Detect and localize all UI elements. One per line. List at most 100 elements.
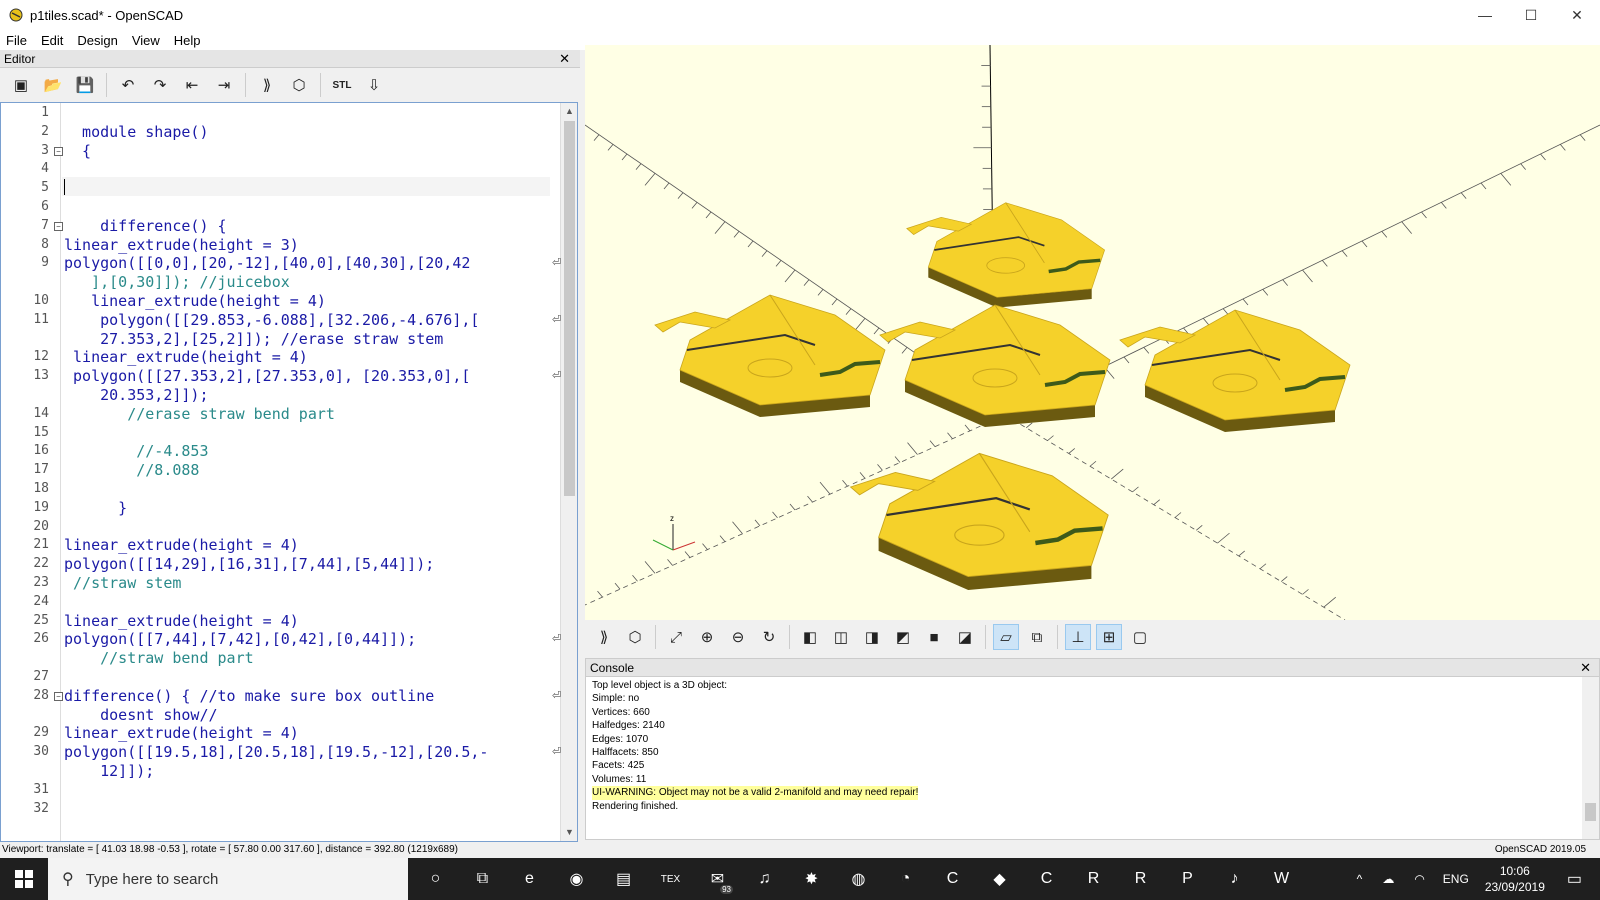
menu-design[interactable]: Design xyxy=(71,33,125,48)
preview-view-icon[interactable]: ⟫ xyxy=(591,624,617,650)
console-scroll-thumb[interactable] xyxy=(1585,803,1596,821)
code-line[interactable]: difference() { xyxy=(64,217,226,235)
rstudio-icon[interactable]: R xyxy=(1070,858,1117,900)
show-axes-icon[interactable]: ⊥ xyxy=(1065,624,1091,650)
preview-icon[interactable]: ⟫ xyxy=(254,72,280,98)
code-line[interactable]: { xyxy=(64,142,91,160)
language-indicator[interactable]: ENG xyxy=(1443,872,1469,886)
send-to-print-icon[interactable]: ⇩ xyxy=(361,72,387,98)
code-line[interactable]: linear_extrude(height = 4) xyxy=(64,536,299,554)
console-scrollbar[interactable] xyxy=(1582,677,1599,839)
editor-scrollbar[interactable]: ▲ ▼ xyxy=(560,103,577,841)
onedrive-icon[interactable]: ☁ xyxy=(1382,872,1394,886)
itunes-icon[interactable]: ♪ xyxy=(1211,858,1258,900)
view-top-icon[interactable]: ◫ xyxy=(828,624,854,650)
code-line[interactable]: module shape() xyxy=(64,123,208,141)
code-line[interactable]: 27.353,2],[25,2]]); //erase straw stem xyxy=(64,330,443,348)
email-icon[interactable]: ✉ 93 xyxy=(694,858,741,900)
menu-help[interactable]: Help xyxy=(168,33,209,48)
code-line[interactable]: linear_extrude(height = 4) xyxy=(64,724,299,742)
code-line[interactable]: linear_extrude(height = 4) xyxy=(64,292,326,310)
chrome-icon[interactable]: ◉ xyxy=(553,858,600,900)
code-line[interactable]: polygon([[14,29],[16,31],[7,44],[5,44]])… xyxy=(64,555,434,573)
menu-view[interactable]: View xyxy=(126,33,168,48)
word-icon[interactable]: W xyxy=(1258,858,1305,900)
code-line[interactable]: //straw stem xyxy=(64,574,181,592)
undo-icon[interactable]: ↶ xyxy=(115,72,141,98)
zoom-in-icon[interactable]: ⊕ xyxy=(694,624,720,650)
taskbar-search-box[interactable]: ⚲ Type here to search xyxy=(48,858,408,900)
camtasia-icon[interactable]: C xyxy=(1023,858,1070,900)
view-left-icon[interactable]: ◩ xyxy=(890,624,916,650)
maximize-button[interactable]: ☐ xyxy=(1508,0,1554,30)
zoom-out-icon[interactable]: ⊖ xyxy=(725,624,751,650)
code-line[interactable]: polygon([[19.5,18],[20.5,18],[19.5,-12],… xyxy=(64,743,488,761)
tray-overflow-icon[interactable]: ^ xyxy=(1357,872,1363,886)
code-line[interactable]: //erase straw bend part xyxy=(64,405,335,423)
open-file-icon[interactable]: 📂 xyxy=(40,72,66,98)
code-line[interactable]: ],[0,30]]); //juicebox xyxy=(64,273,290,291)
view-all-icon[interactable]: ⤢ xyxy=(663,624,689,650)
minimize-button[interactable]: — xyxy=(1462,0,1508,30)
code-line[interactable]: } xyxy=(64,499,127,517)
console-close-button[interactable]: ✕ xyxy=(1580,659,1591,677)
start-button[interactable] xyxy=(0,858,48,900)
app-red-icon[interactable]: ✸ xyxy=(788,858,835,900)
view-right-icon[interactable]: ◧ xyxy=(797,624,823,650)
code-line[interactable]: //8.088 xyxy=(64,461,199,479)
reset-view-icon[interactable]: ↻ xyxy=(756,624,782,650)
show-scale-icon[interactable]: ⊞ xyxy=(1096,624,1122,650)
code-editor[interactable]: 1 2 3−4 5 6 7−8 9 10 11 12 13 14 15 16 17 18 19 20 21 22 23 2… xyxy=(0,102,578,842)
code-line[interactable]: //straw bend part xyxy=(64,649,254,667)
file-explorer-icon[interactable]: ▤ xyxy=(600,858,647,900)
3d-viewport[interactable]: z xyxy=(585,45,1600,620)
code-line[interactable]: polygon([[0,0],[20,-12],[40,0],[40,30],[… xyxy=(64,254,470,272)
menu-edit[interactable]: Edit xyxy=(35,33,71,48)
code-line[interactable]: polygon([[27.353,2],[27.353,0], [20.353,… xyxy=(64,367,470,385)
code-line[interactable]: 12]]); xyxy=(64,762,154,780)
editor-close-button[interactable]: ✕ xyxy=(559,50,570,68)
c-app-icon[interactable]: C xyxy=(929,858,976,900)
inkscape-icon[interactable]: ◔ xyxy=(882,858,929,900)
code-line[interactable]: 20.353,2]]); xyxy=(64,386,208,404)
view-bottom-icon[interactable]: ◨ xyxy=(859,624,885,650)
code-line[interactable]: difference() { //to make sure box outlin… xyxy=(64,687,434,705)
view-back-icon[interactable]: ◪ xyxy=(952,624,978,650)
clock[interactable]: 10:06 23/09/2019 xyxy=(1485,863,1545,895)
indent-icon[interactable]: ⇥ xyxy=(211,72,237,98)
editor-scroll-thumb[interactable] xyxy=(564,121,575,496)
code-line[interactable]: linear_extrude(height = 4) xyxy=(64,612,299,630)
code-line[interactable]: linear_extrude(height = 4) xyxy=(64,348,308,366)
render-icon[interactable]: ⬡ xyxy=(286,72,312,98)
export-stl-icon[interactable]: STL xyxy=(329,72,355,98)
save-icon[interactable]: 💾 xyxy=(72,72,98,98)
scroll-up-arrow-icon[interactable]: ▲ xyxy=(561,103,577,120)
unindent-icon[interactable]: ⇤ xyxy=(179,72,205,98)
close-window-button[interactable]: ✕ xyxy=(1554,0,1600,30)
new-file-icon[interactable]: ▣ xyxy=(8,72,34,98)
openscad-icon[interactable]: ◍ xyxy=(835,858,882,900)
spotify-icon[interactable]: ♫ xyxy=(741,858,788,900)
code-line[interactable]: polygon([[7,44],[7,42],[0,42],[0,44]]); xyxy=(64,630,416,648)
view-front-icon[interactable]: ■ xyxy=(921,624,947,650)
menu-file[interactable]: File xyxy=(0,33,35,48)
wifi-icon[interactable]: ◠ xyxy=(1414,872,1424,886)
powerpoint-icon[interactable]: P xyxy=(1164,858,1211,900)
code-line[interactable]: doesnt show// xyxy=(64,706,217,724)
redo-icon[interactable]: ↷ xyxy=(147,72,173,98)
code-line[interactable]: linear_extrude(height = 3) xyxy=(64,236,299,254)
cortana-icon[interactable]: ○ xyxy=(412,858,459,900)
code-line[interactable]: polygon([[29.853,-6.088],[32.206,-4.676]… xyxy=(64,311,479,329)
fold-toggle-icon[interactable]: − xyxy=(54,691,63,701)
render-view-icon[interactable]: ⬡ xyxy=(622,624,648,650)
task-view-icon[interactable]: ⧉ xyxy=(459,858,506,900)
fold-toggle-icon[interactable]: − xyxy=(54,221,63,231)
orthogonal-icon[interactable]: ⧉ xyxy=(1024,624,1050,650)
tex-icon[interactable]: TEX xyxy=(647,858,694,900)
notification-icon[interactable]: ▭ xyxy=(1567,869,1582,889)
perspective-icon[interactable]: ▱ xyxy=(993,624,1019,650)
gem-app-icon[interactable]: ◆ xyxy=(976,858,1023,900)
scroll-down-arrow-icon[interactable]: ▼ xyxy=(561,824,577,841)
show-edges-icon[interactable]: ▢ xyxy=(1127,624,1153,650)
code-line[interactable]: //-4.853 xyxy=(64,442,208,460)
